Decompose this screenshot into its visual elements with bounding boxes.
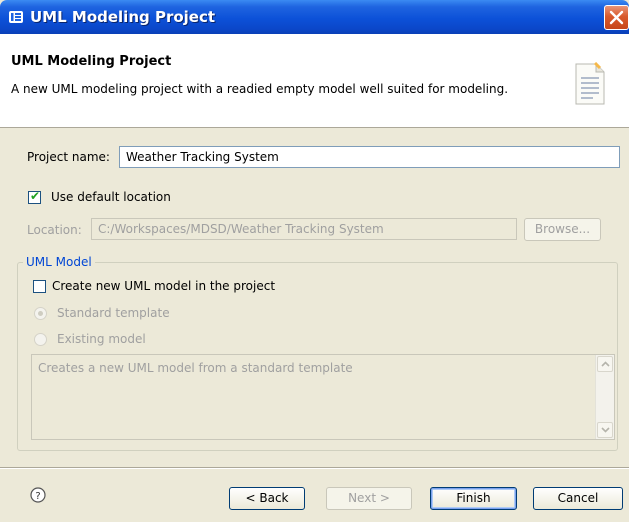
- scroll-down-button[interactable]: [597, 422, 613, 438]
- uml-model-group-title: UML Model: [23, 255, 95, 269]
- project-name-input[interactable]: Weather Tracking System: [119, 146, 620, 168]
- project-name-label: Project name:: [27, 150, 110, 164]
- next-button[interactable]: Next >: [326, 487, 412, 510]
- existing-model-label: Existing model: [57, 332, 146, 346]
- finish-button[interactable]: Finish: [430, 487, 517, 510]
- back-button[interactable]: < Back: [229, 487, 305, 510]
- title-bar[interactable]: UML Modeling Project: [0, 0, 629, 34]
- wizard-app-icon: [9, 11, 23, 23]
- create-uml-model-label: Create new UML model in the project: [52, 279, 276, 293]
- close-icon: [609, 10, 624, 25]
- use-default-location-checkbox[interactable]: ✔: [28, 189, 41, 204]
- page-title: UML Modeling Project: [11, 54, 172, 69]
- browse-button[interactable]: Browse...: [524, 218, 601, 241]
- scrollbar[interactable]: [595, 355, 614, 439]
- divider-highlight: [0, 468, 629, 469]
- wizard-window: UML Modeling Project UML Modeling Projec…: [0, 0, 629, 522]
- window-title: UML Modeling Project: [30, 8, 216, 26]
- cancel-button[interactable]: Cancel: [533, 487, 623, 510]
- scroll-up-button[interactable]: [597, 356, 613, 372]
- checkmark-icon: ✔: [30, 189, 41, 203]
- template-description-text: Creates a new UML model from a standard …: [38, 361, 353, 375]
- close-button[interactable]: [604, 5, 629, 30]
- page-description: A new UML modeling project with a readie…: [11, 82, 509, 96]
- standard-template-label: Standard template: [57, 306, 170, 320]
- create-uml-model-checkbox[interactable]: [33, 280, 46, 293]
- help-icon[interactable]: ?: [30, 487, 46, 503]
- existing-model-radio[interactable]: [34, 333, 47, 346]
- document-icon: [575, 62, 605, 105]
- location-input[interactable]: C:/Workspaces/MDSD/Weather Tracking Syst…: [91, 218, 517, 240]
- chevron-down-icon: [601, 427, 610, 433]
- template-description-textarea[interactable]: Creates a new UML model from a standard …: [31, 354, 615, 440]
- svg-text:?: ?: [35, 491, 40, 502]
- wizard-header: UML Modeling Project A new UML modeling …: [0, 34, 629, 128]
- location-label: Location:: [27, 223, 82, 237]
- chevron-up-icon: [601, 361, 610, 367]
- standard-template-radio[interactable]: [34, 307, 47, 320]
- use-default-location-label: Use default location: [51, 190, 171, 204]
